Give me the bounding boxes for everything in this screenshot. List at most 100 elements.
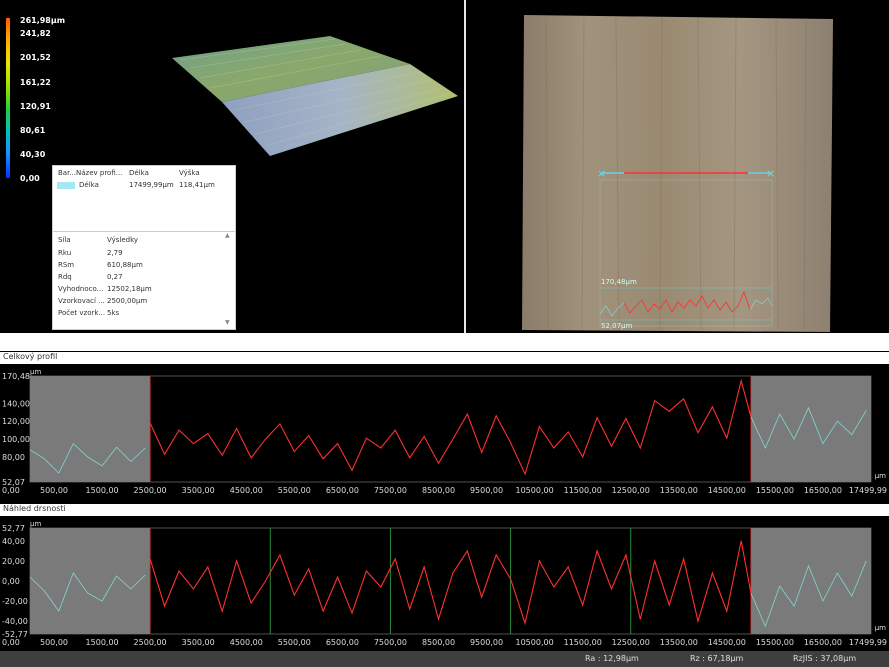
y-tick-label: -40,00 [2, 617, 28, 626]
y-tick-label: 140,00 [2, 399, 30, 408]
legend-value: 241,82 [20, 29, 51, 38]
rz-value: Rz : 67,18µm [690, 654, 744, 663]
legend-value: 120,91 [20, 102, 51, 111]
x-tick-label: 2500,00 [134, 638, 167, 647]
result-label: Počet vzork... [58, 309, 106, 317]
y-tick-label: 80,00 [2, 453, 25, 462]
status-bar: Ra : 12,98µm Rz : 67,18µm RzJIS : 37,08µ… [0, 651, 889, 667]
column-header-height[interactable]: Výška [179, 169, 200, 177]
measure-start-handle: × [597, 167, 606, 180]
x-tick-label: 4500,00 [230, 486, 263, 495]
sample-image[interactable]: × × [466, 0, 889, 333]
ra-value: Ra : 12,98µm [585, 654, 639, 663]
x-tick-label: 0,00 [2, 486, 20, 495]
legend-value: 261,98µm [20, 16, 66, 25]
x-tick-label: 3500,00 [182, 486, 215, 495]
x-tick-label: 5500,00 [278, 638, 311, 647]
x-tick-label: 15500,00 [756, 638, 794, 647]
y-tick-label: -20,00 [2, 597, 28, 606]
y-axis-label: µm [30, 368, 41, 376]
profile-height: 118,41µm [179, 181, 215, 189]
plot-area [29, 375, 872, 483]
x-tick-label: 6500,00 [326, 638, 359, 647]
result-value: 2,79 [107, 249, 123, 257]
result-label: Rku [58, 249, 72, 257]
result-label: Rdq [58, 273, 72, 281]
column-header-name[interactable]: Název profi... [76, 169, 122, 177]
result-label: RSm [58, 261, 75, 269]
x-tick-label: 2500,00 [134, 486, 167, 495]
profile-color-swatch [57, 182, 75, 189]
y-tick-label: 20,00 [2, 557, 25, 566]
scroll-up-icon[interactable]: ▲ [225, 232, 230, 239]
x-tick-label: 7500,00 [374, 486, 407, 495]
excluded-region [30, 528, 151, 634]
results-header-value: Výsledky [107, 236, 139, 244]
x-tick-label: 11500,00 [564, 486, 602, 495]
x-tick-label: 5500,00 [278, 486, 311, 495]
result-label: Vzorkovací ... [58, 297, 105, 305]
x-tick-label: 12500,00 [612, 486, 650, 495]
result-value: 0,27 [107, 273, 123, 281]
x-tick-label: 8500,00 [422, 486, 455, 495]
x-tick-label: 14500,00 [708, 638, 746, 647]
x-tick-label: 500,00 [40, 486, 68, 495]
panel-splitter[interactable] [0, 333, 889, 351]
image-view[interactable]: × × 170,48µm 52,07µm [466, 0, 889, 333]
column-header-bar[interactable]: Bar... [58, 169, 76, 177]
panel-divider [53, 231, 235, 232]
x-tick-label: 1500,00 [86, 638, 119, 647]
x-tick-label: 10500,00 [516, 638, 554, 647]
x-tick-label: 9500,00 [470, 638, 503, 647]
x-tick-label: 12500,00 [612, 638, 650, 647]
x-tick-label: 13500,00 [660, 638, 698, 647]
result-value: 12502,18µm [107, 285, 152, 293]
x-tick-label: 13500,00 [660, 486, 698, 495]
column-header-length[interactable]: Délka [129, 169, 149, 177]
y-tick-label: 0,00 [2, 577, 20, 586]
x-tick-label: 14500,00 [708, 486, 746, 495]
x-tick-label: 7500,00 [374, 638, 407, 647]
profile-info-panel[interactable]: Bar... Název profi... Délka Výška Délka … [52, 165, 236, 330]
x-axis-label: µm [875, 624, 886, 632]
legend-value: 161,22 [20, 78, 51, 87]
profile-length: 17499,99µm [129, 181, 174, 189]
x-tick-label: 0,00 [2, 638, 20, 647]
color-scale-bar [6, 18, 10, 178]
x-tick-label: 1500,00 [86, 486, 119, 495]
y-tick-label: 100,00 [2, 435, 30, 444]
x-tick-label: 6500,00 [326, 486, 359, 495]
roughness-preview-chart[interactable]: 52,77 40,00 20,00 0,00 -20,00 -40,00 -52,77 0,0… [0, 516, 889, 650]
total-profile-label: Celkový profil [0, 352, 889, 364]
profile-row[interactable]: Délka 17499,99µm 118,41µm [55, 180, 231, 191]
inset-bottom-label: 52,07µm [601, 322, 633, 330]
results-header-label: Síla [58, 236, 71, 244]
legend-value: 40,30 [20, 150, 46, 159]
result-value: 2500,00µm [107, 297, 148, 305]
roughness-svg[interactable]: 52,7740,0020,000,00-20,00-40,00-52,770,0… [0, 516, 889, 650]
y-tick-label: 52,77 [2, 524, 25, 533]
excluded-region [30, 376, 151, 482]
x-tick-label: 3500,00 [182, 638, 215, 647]
roughness-preview-label: Náhled drsnosti [0, 504, 889, 516]
x-tick-label: 16500,00 [804, 638, 842, 647]
result-label: Vyhodnoco... [58, 285, 104, 293]
excluded-region [750, 528, 871, 634]
x-tick-label: 17499,99 [849, 638, 887, 647]
excluded-region [750, 376, 871, 482]
scroll-down-icon[interactable]: ▼ [225, 319, 230, 326]
x-tick-label: 11500,00 [564, 638, 602, 647]
total-profile-svg[interactable]: 170,48140,00120,00100,0080,0052,070,00 50… [0, 364, 889, 498]
y-tick-label: 170,48 [2, 372, 30, 381]
legend-value: 201,52 [20, 53, 51, 62]
x-tick-label: 4500,00 [230, 638, 263, 647]
x-tick-label: 9500,00 [470, 486, 503, 495]
x-tick-label: 17499,99 [849, 486, 887, 495]
3d-view[interactable]: 261,98µm 241,82 201,52 161,22 120,91 80,… [0, 0, 464, 333]
y-tick-label: 120,00 [2, 417, 30, 426]
x-tick-label: 10500,00 [516, 486, 554, 495]
x-tick-label: 16500,00 [804, 486, 842, 495]
profile-name: Délka [79, 181, 99, 189]
total-profile-chart[interactable]: 170,48 140,00 120,00 100,00 80,00 52,07 0,00 50… [0, 364, 889, 498]
3d-surface[interactable] [160, 30, 470, 160]
